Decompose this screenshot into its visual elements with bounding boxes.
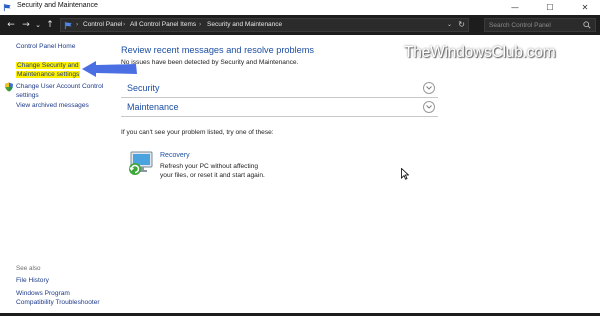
description-line: your files, or reset it and start again.	[160, 171, 265, 179]
link-line: Compatibility Troubleshooter	[16, 298, 100, 306]
recovery-link[interactable]: Recovery	[160, 152, 190, 159]
breadcrumb-item[interactable]: All Control Panel Items	[130, 21, 196, 28]
status-message: No issues have been detected by Security…	[121, 59, 299, 66]
address-bar: ← → ⌄ ↑ › Control Panel › All Control Pa…	[0, 15, 600, 35]
change-uac-settings-link[interactable]: Change User Account Control settings	[16, 83, 103, 100]
shield-icon	[5, 82, 13, 92]
watermark: TheWindowsClub.com	[404, 44, 556, 61]
link-line: Windows Program	[16, 290, 70, 297]
link-line: Maintenance settings	[16, 70, 81, 78]
recent-locations-icon[interactable]: ⌄	[32, 19, 44, 31]
search-input[interactable]	[489, 20, 581, 30]
link-line: Change User Account Control	[16, 83, 104, 90]
section-label: Security	[127, 83, 160, 93]
chevron-down-icon[interactable]	[423, 101, 435, 113]
refresh-icon[interactable]: ↻	[458, 20, 465, 29]
search-box[interactable]	[484, 18, 596, 32]
chevron-down-icon[interactable]	[423, 82, 435, 94]
breadcrumb-item[interactable]: Security and Maintenance	[207, 21, 282, 28]
link-line: settings	[16, 91, 39, 99]
description-line: Refresh your PC without affecting	[160, 163, 259, 170]
breadcrumb-separator-icon: ›	[76, 21, 79, 28]
minimize-button[interactable]: —	[503, 0, 527, 15]
try-these-text: If you can't see your problem listed, tr…	[121, 129, 274, 136]
view-archived-messages-link[interactable]: View archived messages	[16, 102, 89, 111]
link-line: Change Security and	[16, 62, 80, 69]
control-panel-home-link[interactable]: Control Panel Home	[16, 43, 75, 52]
breadcrumb-item[interactable]: Control Panel	[83, 21, 122, 28]
flag-icon	[64, 21, 72, 30]
recovery-description: Refresh your PC without affecting your f…	[160, 163, 300, 180]
section-security[interactable]: Security	[121, 79, 438, 98]
back-button[interactable]: ←	[5, 19, 17, 31]
see-also-heading: See also	[16, 265, 41, 272]
title-bar: Security and Maintenance — ☐ ✕	[0, 0, 600, 15]
maximize-button[interactable]: ☐	[538, 0, 562, 15]
flag-icon	[3, 3, 11, 12]
close-button[interactable]: ✕	[573, 0, 597, 15]
chevron-down-icon[interactable]: ⌄	[447, 21, 452, 28]
search-icon	[583, 21, 591, 29]
change-security-settings-link[interactable]: Change Security and Maintenance settings	[16, 62, 81, 79]
recovery-icon[interactable]	[127, 149, 155, 179]
window-title: Security and Maintenance	[17, 2, 98, 9]
file-history-link[interactable]: File History	[16, 277, 49, 286]
section-label: Maintenance	[127, 102, 179, 112]
compatibility-troubleshooter-link[interactable]: Windows Program Compatibility Troublesho…	[16, 290, 100, 307]
breadcrumb-separator-icon: ›	[199, 21, 202, 28]
breadcrumb[interactable]: › Control Panel › All Control Panel Item…	[60, 18, 469, 32]
section-maintenance[interactable]: Maintenance	[121, 98, 438, 117]
page-title: Review recent messages and resolve probl…	[121, 45, 315, 55]
up-button[interactable]: ↑	[44, 19, 56, 31]
mouse-cursor-icon	[401, 168, 409, 180]
forward-button[interactable]: →	[20, 19, 32, 31]
breadcrumb-separator-icon: ›	[123, 21, 126, 28]
